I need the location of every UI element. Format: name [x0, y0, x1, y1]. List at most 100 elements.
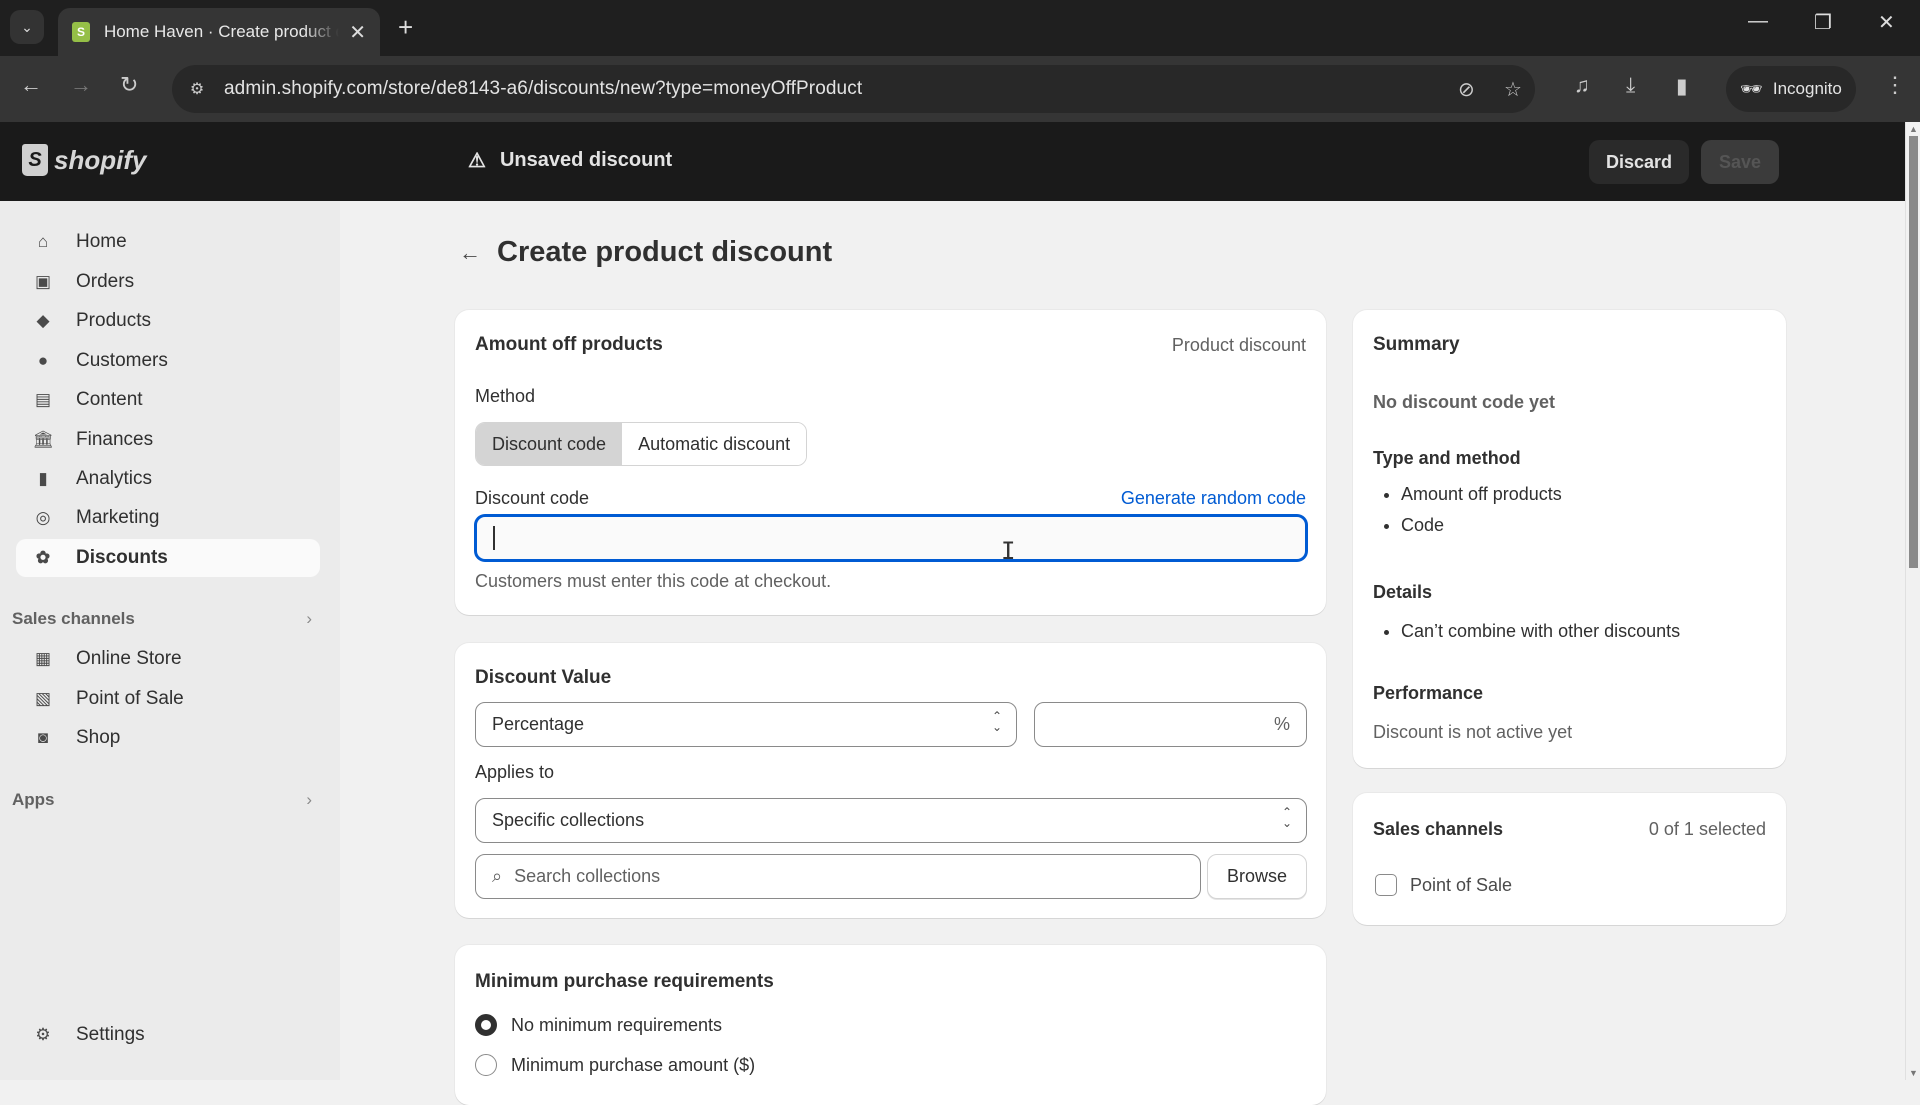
- sidebar-item-discounts[interactable]: ✿ Discounts: [16, 539, 320, 577]
- summary-code-status: No discount code yet: [1373, 392, 1556, 412]
- scroll-down-icon[interactable]: ▼: [1909, 1068, 1918, 1078]
- sidebar-item-label: Finances: [76, 429, 154, 450]
- method-card: Amount off products Product discount Met…: [455, 310, 1326, 615]
- bookmark-star-icon[interactable]: ☆: [1504, 77, 1522, 102]
- sidebar-item-label: Home: [76, 231, 127, 252]
- incognito-badge[interactable]: 🕶 Incognito: [1726, 66, 1856, 112]
- card-title: Minimum purchase requirements: [475, 971, 774, 992]
- sidebar-item-shop[interactable]: ◙ Shop: [16, 719, 320, 757]
- scrollbar-thumb[interactable]: [1909, 136, 1918, 568]
- tab-search-button[interactable]: ⌄: [10, 10, 44, 44]
- applies-to-select[interactable]: Specific collections ⌃ ⌄: [475, 798, 1307, 843]
- search-icon: ⌕: [492, 866, 503, 886]
- select-value: Percentage: [492, 714, 585, 734]
- checkbox-point-of-sale[interactable]: [1375, 874, 1397, 896]
- value-type-select[interactable]: Percentage ⌃ ⌄: [475, 702, 1017, 747]
- target-icon: ◎: [35, 508, 51, 527]
- back-icon[interactable]: ←: [20, 72, 42, 98]
- forward-icon[interactable]: →: [70, 72, 92, 98]
- sidebar-item-label: Analytics: [76, 468, 153, 489]
- new-tab-icon[interactable]: +: [398, 12, 413, 43]
- details-list: Can’t combine with other discounts: [1401, 621, 1680, 652]
- browser-tab-active[interactable]: S Home Haven · Create product discount ✕: [58, 8, 380, 56]
- store-icon: ▦: [34, 649, 52, 668]
- sales-channels-title: Sales channels: [1373, 819, 1504, 839]
- sidebar-item-label: Orders: [76, 271, 135, 292]
- restore-icon[interactable]: ❐: [1814, 10, 1832, 35]
- close-tab-icon[interactable]: ✕: [349, 20, 366, 45]
- home-icon: ⌂: [37, 232, 49, 251]
- summary-item: Code: [1401, 515, 1562, 536]
- sidebar-item-customers[interactable]: ● Customers: [16, 342, 320, 380]
- browser-menu-icon[interactable]: ⋮: [1884, 72, 1906, 98]
- sidebar-item-label: Content: [76, 389, 143, 410]
- select-arrows-icon: ⌃ ⌄: [1281, 805, 1292, 830]
- sidebar-item-home[interactable]: ⌂ Home: [16, 223, 320, 261]
- shopify-top-bar: S shopify ⚠ Unsaved discount Discard Sav…: [0, 122, 1905, 201]
- section-label: Sales channels: [12, 609, 135, 628]
- radio-no-minimum[interactable]: [475, 1014, 497, 1036]
- bar-chart-icon: ▮: [38, 469, 48, 488]
- side-panel-icon[interactable]: ▮: [1676, 74, 1688, 99]
- discount-value-card: Discount Value Percentage ⌃ ⌄ % Applies t…: [455, 643, 1326, 918]
- sidebar-item-online-store[interactable]: ▦ Online Store: [16, 640, 320, 678]
- discard-button[interactable]: Discard: [1589, 140, 1689, 184]
- sidebar-item-finances[interactable]: 🏛 Finances: [16, 421, 320, 459]
- browser-toolbar: ← → ↻ ⚙ admin.shopify.com/store/de8143-a…: [0, 56, 1920, 122]
- method-automatic-discount-button[interactable]: Automatic discount: [622, 423, 807, 465]
- sidebar-item-content[interactable]: ▤ Content: [16, 381, 320, 419]
- incognito-label: Incognito: [1772, 79, 1842, 98]
- minimize-icon[interactable]: —: [1748, 10, 1768, 33]
- eye-off-icon[interactable]: ⊘: [1458, 77, 1475, 102]
- method-segmented-control: Discount code Automatic discount: [475, 422, 808, 466]
- address-bar[interactable]: ⚙ admin.shopify.com/store/de8143-a6/disc…: [172, 65, 1535, 113]
- site-info-icon[interactable]: ⚙: [184, 79, 210, 99]
- sidebar-item-orders[interactable]: ▣ Orders: [16, 263, 320, 301]
- discount-code-input[interactable]: I: [475, 515, 1307, 565]
- bank-icon: 🏛: [32, 430, 54, 449]
- percent-suffix: %: [1273, 714, 1290, 734]
- scroll-up-icon[interactable]: ▲: [1909, 124, 1918, 134]
- shopify-logo[interactable]: S shopify: [22, 144, 146, 176]
- tab-title: Home Haven · Create product discount: [103, 22, 339, 41]
- save-button[interactable]: Save: [1701, 140, 1779, 184]
- url-text[interactable]: admin.shopify.com/store/de8143-a6/discou…: [224, 78, 862, 100]
- radio-minimum-amount[interactable]: [475, 1054, 497, 1076]
- sidebar-item-settings[interactable]: ⚙ Settings: [16, 1016, 320, 1054]
- value-amount-input[interactable]: %: [1034, 702, 1307, 747]
- sidebar-item-marketing[interactable]: ◎ Marketing: [16, 499, 320, 537]
- back-arrow-icon[interactable]: ←: [459, 240, 481, 266]
- search-collections-input[interactable]: ⌕ Search collections: [475, 854, 1201, 899]
- method-discount-code-button[interactable]: Discount code: [476, 423, 623, 465]
- performance-heading: Performance: [1373, 683, 1484, 703]
- window-close-icon[interactable]: ✕: [1878, 10, 1895, 35]
- discount-icon: ✿: [35, 548, 51, 567]
- reload-icon[interactable]: ↻: [120, 72, 138, 98]
- sidebar-item-label: Products: [76, 310, 151, 331]
- ibeam-cursor-icon: I: [1001, 537, 1016, 565]
- sidebar-item-label: Shop: [76, 727, 121, 748]
- shopify-wordmark: shopify: [54, 144, 147, 175]
- performance-text: Discount is not active yet: [1373, 722, 1573, 742]
- browse-button[interactable]: Browse: [1207, 854, 1307, 899]
- sidebar-section-apps[interactable]: Apps ›: [12, 790, 312, 810]
- unsaved-text: Unsaved discount: [499, 149, 673, 171]
- summary-item: Can’t combine with other discounts: [1401, 621, 1680, 642]
- chevron-right-icon: ›: [306, 790, 312, 809]
- pos-icon: ▧: [34, 689, 52, 708]
- generate-random-code-link[interactable]: Generate random code: [1121, 488, 1306, 509]
- sidebar-nav: ⌂ Home ▣ Orders ◆ Products ● Customers ▤ Cont…: [0, 201, 340, 1080]
- content-icon: ▤: [34, 390, 52, 409]
- media-control-icon[interactable]: ♫: [1574, 74, 1590, 98]
- sidebar-section-sales-channels[interactable]: Sales channels ›: [12, 609, 312, 629]
- download-icon[interactable]: ⤓: [1626, 74, 1635, 98]
- sidebar-item-point-of-sale[interactable]: ▧ Point of Sale: [16, 680, 320, 718]
- page-scrollbar[interactable]: ▲ ▼: [1905, 122, 1920, 1080]
- search-placeholder: Search collections: [514, 866, 661, 886]
- sidebar-item-products[interactable]: ◆ Products: [16, 302, 320, 340]
- sidebar-item-analytics[interactable]: ▮ Analytics: [16, 460, 320, 498]
- sales-channels-card: Sales channels 0 of 1 selected Point of …: [1353, 793, 1786, 925]
- shop-icon: ◙: [37, 728, 49, 747]
- method-label: Method: [475, 386, 536, 406]
- applies-to-label: Applies to: [475, 762, 555, 782]
